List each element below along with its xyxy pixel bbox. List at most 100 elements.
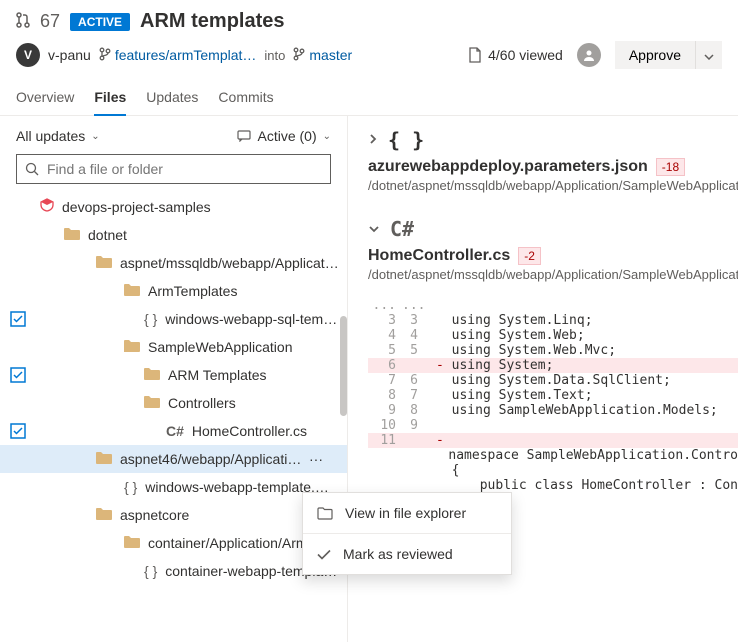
tree-label: aspnet46/webapp/Applicatio…	[120, 451, 303, 467]
comments-filter-label: Active (0)	[257, 128, 316, 144]
diff-view: ...... 33using System.Linq; 44using Syst…	[368, 298, 738, 493]
chevron-down-icon	[368, 221, 380, 237]
tree-label: aspnetcore	[120, 507, 189, 523]
folder-icon	[64, 227, 80, 243]
branch-icon	[293, 47, 305, 64]
comments-filter[interactable]: Active (0)⌄	[237, 128, 331, 144]
csharp-icon: C#	[166, 423, 184, 439]
into-label: into	[264, 48, 285, 63]
approve-button[interactable]: Approve	[615, 41, 695, 69]
menu-mark-reviewed[interactable]: Mark as reviewed	[303, 534, 511, 574]
tree-file[interactable]: { }container-webapp-templat…	[0, 557, 347, 585]
reviewer-avatar[interactable]	[577, 43, 601, 67]
chevron-right-icon	[368, 132, 378, 148]
folder-icon	[144, 395, 160, 411]
user-avatar[interactable]: V	[16, 43, 40, 67]
tree-label: SampleWebApplication	[148, 339, 293, 355]
file-checkbox[interactable]	[10, 423, 26, 439]
updates-filter[interactable]: All updates ⌄	[16, 128, 100, 144]
scrollbar[interactable]	[340, 316, 347, 416]
tree-folder[interactable]: ArmTemplates	[0, 277, 347, 305]
folder-open-icon	[317, 507, 333, 520]
tab-overview[interactable]: Overview	[16, 81, 74, 115]
tree-file[interactable]: { }windows-webapp-template.…	[0, 473, 347, 501]
search-input[interactable]	[47, 161, 322, 177]
approve-split-button[interactable]: Approve	[615, 41, 722, 69]
tree-label: dotnet	[88, 227, 127, 243]
json-icon: { }	[124, 479, 137, 495]
code-line: public class HomeController : Con	[433, 478, 738, 493]
user-name[interactable]: v-panu	[48, 47, 91, 63]
more-button[interactable]: ···	[303, 451, 329, 467]
updates-filter-label: All updates	[16, 128, 85, 144]
search-input-wrapper[interactable]	[16, 154, 331, 184]
folder-icon	[96, 507, 112, 523]
file-name[interactable]: azurewebappdeploy.parameters.json	[368, 158, 648, 176]
tree-folder[interactable]: aspnet46/webapp/Applicatio…···	[0, 445, 347, 473]
tree-label: Controllers	[168, 395, 236, 411]
file-header[interactable]: C#	[368, 217, 738, 241]
tree-label: ArmTemplates	[148, 283, 237, 299]
tree-label: HomeController.cs	[192, 423, 307, 439]
source-branch-label: features/armTemplat…	[115, 47, 257, 63]
tree-folder[interactable]: container/Application/ArmT…	[0, 529, 347, 557]
tab-commits[interactable]: Commits	[218, 81, 273, 115]
status-badge: ACTIVE	[70, 13, 130, 31]
tree-folder[interactable]: ARM Templates	[0, 361, 347, 389]
code-line: namespace SampleWebApplication.Contro	[433, 448, 738, 463]
person-icon	[582, 48, 596, 62]
file-checkbox[interactable]	[10, 311, 26, 327]
menu-view-explorer[interactable]: View in file explorer	[303, 493, 511, 533]
folder-icon	[124, 339, 140, 355]
tree-folder[interactable]: dotnet	[0, 221, 347, 249]
csharp-icon: C#	[390, 217, 414, 241]
folder-icon	[124, 283, 140, 299]
viewed-counter[interactable]: 4/60 viewed	[468, 47, 563, 63]
json-icon: { }	[144, 311, 157, 327]
approve-dropdown[interactable]	[695, 41, 722, 69]
tree-folder[interactable]: aspnet/mssqldb/webapp/Applicati…	[0, 249, 347, 277]
target-branch[interactable]: master	[293, 47, 352, 64]
target-branch-label: master	[309, 47, 352, 63]
code-line: using System.Web.Mvc;	[436, 343, 738, 358]
code-line: using SampleWebApplication.Models;	[436, 403, 738, 418]
branch-icon	[99, 47, 111, 64]
tree-file[interactable]: { }windows-webapp-sql-temp…	[0, 305, 347, 333]
pr-title: ARM templates	[140, 10, 284, 33]
tree-file[interactable]: C# HomeController.cs	[0, 417, 347, 445]
diff-badge: -2	[518, 247, 541, 265]
menu-label: Mark as reviewed	[343, 546, 453, 562]
tree-folder[interactable]: SampleWebApplication	[0, 333, 347, 361]
code-line: {	[436, 463, 738, 478]
tree-label: devops-project-samples	[62, 199, 211, 215]
check-icon	[317, 549, 331, 560]
tree-folder[interactable]: Controllers	[0, 389, 347, 417]
file-name[interactable]: HomeController.cs	[368, 247, 510, 265]
tree-folder[interactable]: aspnetcore	[0, 501, 347, 529]
source-branch[interactable]: features/armTemplat…	[99, 47, 257, 64]
search-icon	[25, 162, 39, 176]
file-header[interactable]: { }	[368, 128, 738, 152]
diff-badge: -18	[656, 158, 685, 176]
folder-icon	[124, 535, 140, 551]
comment-icon	[237, 130, 251, 142]
json-icon: { }	[388, 128, 424, 152]
file-checkbox[interactable]	[10, 367, 26, 383]
context-menu: View in file explorer Mark as reviewed	[302, 492, 512, 575]
tree-label: aspnet/mssqldb/webapp/Applicati…	[120, 255, 339, 271]
file-path: /dotnet/aspnet/mssqldb/webapp/Applicatio…	[368, 267, 738, 282]
folder-icon	[96, 451, 112, 467]
file-icon	[468, 47, 482, 63]
code-line: using System.Web;	[436, 328, 738, 343]
tree-label: ARM Templates	[168, 367, 267, 383]
json-icon: { }	[144, 563, 157, 579]
viewed-label: 4/60 viewed	[488, 47, 563, 63]
folder-icon	[144, 367, 160, 383]
tab-updates[interactable]: Updates	[146, 81, 198, 115]
chevron-down-icon: ⌄	[91, 131, 99, 142]
repo-icon	[40, 198, 54, 215]
tab-files[interactable]: Files	[94, 81, 126, 115]
code-line	[436, 418, 738, 433]
code-line: using System.Data.SqlClient;	[436, 373, 738, 388]
tree-repo[interactable]: devops-project-samples	[0, 192, 347, 221]
